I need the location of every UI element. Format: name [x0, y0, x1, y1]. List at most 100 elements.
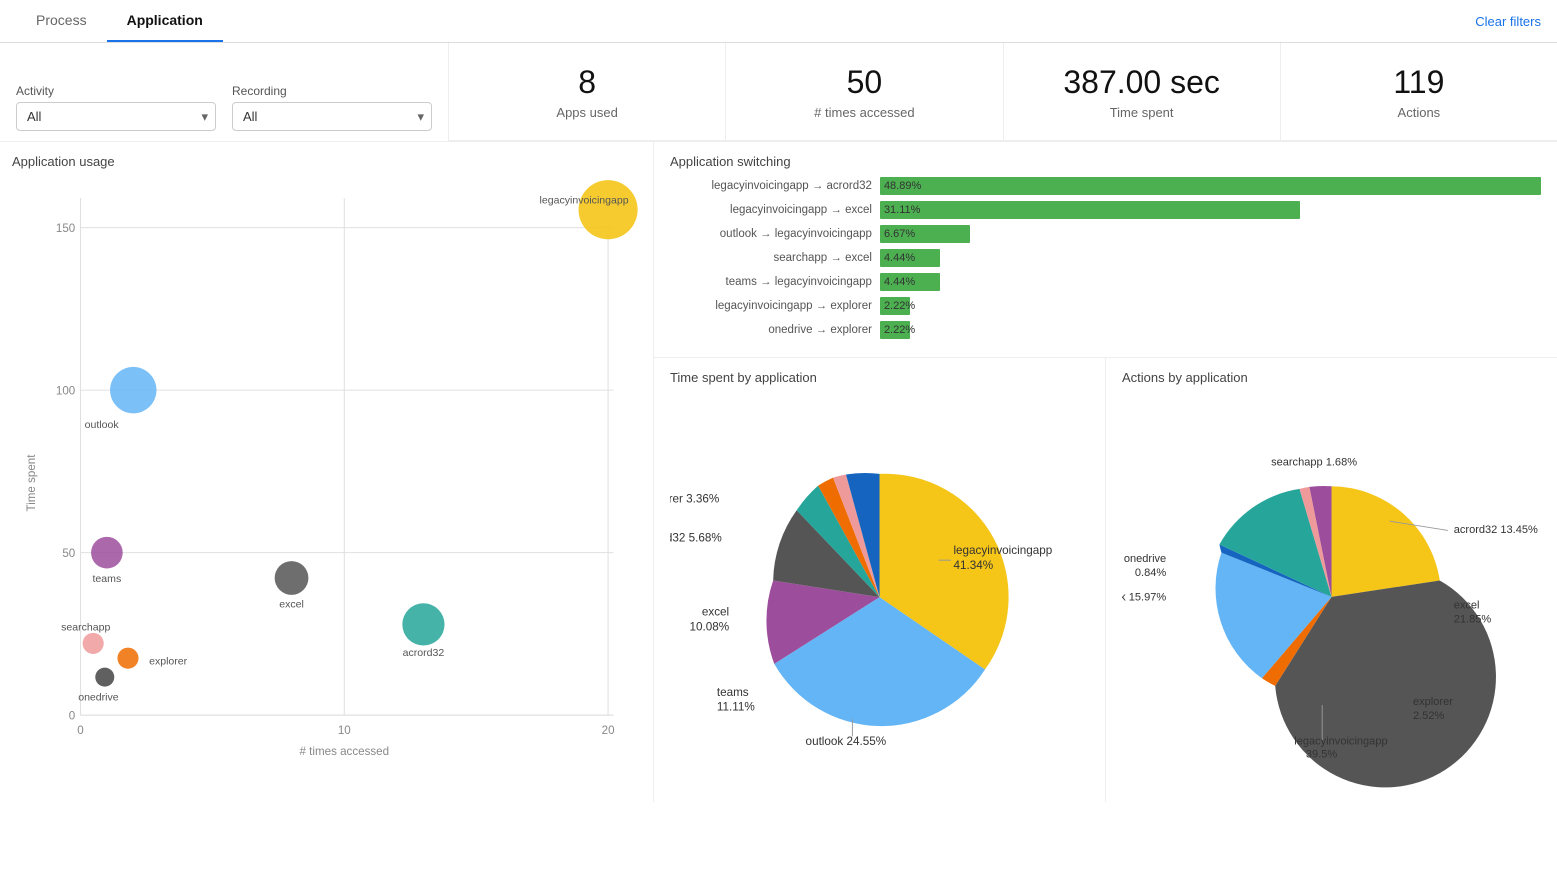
label-legacy-actions: legacyinvoicingapp	[1294, 736, 1387, 748]
filters-section: Activity All Recording All	[0, 43, 449, 141]
bar-fill-3: 4.44%	[880, 249, 940, 267]
main-content: Application usage Time spent	[0, 142, 1557, 802]
stat-timespent-value: 387.00 sec	[1020, 63, 1264, 101]
stat-times-label: # times accessed	[742, 105, 986, 120]
bar-container-4: 4.44%	[880, 273, 1541, 291]
stat-actions: 119 Actions	[1281, 43, 1557, 140]
bar-pct-0: 48.89%	[884, 180, 921, 192]
label-legacyinvoicingapp-pct-time: 41.34%	[953, 559, 993, 572]
bar-row-2: outlook → legacyinvoicingapp 6.67%	[670, 225, 1541, 243]
tabs-container: Process Application	[16, 0, 223, 42]
bubble-onedrive[interactable]	[95, 668, 114, 687]
actions-svg: acrord32 13.45% excel 21.85% legacyinvoi…	[1122, 393, 1541, 789]
recording-label: Recording	[232, 84, 432, 98]
bar-label-2: outlook → legacyinvoicingapp	[670, 228, 880, 240]
label-acrord32-time: acrord32 5.68%	[670, 532, 722, 545]
bar-pct-6: 2.22%	[884, 324, 915, 336]
bar-container-2: 6.67%	[880, 225, 1541, 243]
bar-row-5: legacyinvoicingapp → explorer 2.22%	[670, 297, 1541, 315]
switching-section: Application switching legacyinvoicingapp…	[654, 142, 1557, 358]
app-usage-title: Application usage	[12, 154, 645, 169]
svg-text:searchapp: searchapp	[61, 622, 110, 634]
label-onedrive-actions: onedrive	[1124, 553, 1166, 565]
bar-container-6: 2.22%	[880, 321, 1541, 339]
activity-select-wrapper[interactable]: All	[16, 102, 216, 131]
bar-row-0: legacyinvoicingapp → acrord32 48.89%	[670, 177, 1541, 195]
bubble-outlook[interactable]	[110, 367, 156, 413]
bar-container-5: 2.22%	[880, 297, 1541, 315]
svg-text:0: 0	[77, 725, 83, 738]
bar-pct-2: 6.67%	[884, 228, 915, 240]
activity-label: Activity	[16, 84, 216, 98]
stat-apps-used: 8 Apps used	[449, 43, 726, 140]
stat-times-accessed: 50 # times accessed	[726, 43, 1003, 140]
bar-label-4: teams → legacyinvoicingapp	[670, 276, 880, 288]
recording-filter-group: Recording All	[232, 84, 432, 131]
stat-times-value: 50	[742, 63, 986, 101]
svg-text:100: 100	[56, 385, 75, 398]
svg-text:excel: excel	[279, 599, 304, 611]
label-acrord32-actions: acrord32 13.45%	[1454, 524, 1538, 536]
right-panel: Application switching legacyinvoicingapp…	[654, 142, 1557, 802]
bubble-searchapp[interactable]	[83, 633, 104, 654]
svg-text:legacyinvoicingapp: legacyinvoicingapp	[540, 195, 629, 207]
activity-filter-group: Activity All	[16, 84, 216, 131]
bar-row-1: legacyinvoicingapp → excel 31.11%	[670, 201, 1541, 219]
tab-process[interactable]: Process	[16, 0, 107, 42]
svg-text:acrord32: acrord32	[403, 647, 445, 659]
svg-text:outlook: outlook	[85, 420, 120, 432]
app-usage-panel: Application usage Time spent	[0, 142, 654, 802]
label-explorer-time: explorer 3.36%	[670, 493, 719, 506]
bar-fill-4: 4.44%	[880, 273, 940, 291]
actions-title: Actions by application	[1122, 370, 1541, 385]
stat-timespent-label: Time spent	[1020, 105, 1264, 120]
label-legacyinvoicingapp-time: legacyinvoicingapp	[953, 544, 1052, 557]
bubble-legacyinvoicingapp[interactable]	[579, 181, 638, 240]
bubble-explorer[interactable]	[117, 648, 138, 669]
svg-text:# times accessed: # times accessed	[300, 746, 390, 759]
bottom-charts: Time spent by application	[654, 358, 1557, 802]
label-excel-pct-actions: 21.85%	[1454, 614, 1492, 626]
stat-actions-label: Actions	[1297, 105, 1541, 120]
svg-text:10: 10	[338, 725, 351, 738]
bar-row-6: onedrive → explorer 2.22%	[670, 321, 1541, 339]
bar-row-3: searchapp → excel 4.44%	[670, 249, 1541, 267]
bar-pct-3: 4.44%	[884, 252, 915, 264]
bar-container-3: 4.44%	[880, 249, 1541, 267]
svg-text:onedrive: onedrive	[78, 692, 119, 704]
label-onedrive-pct-actions: 0.84%	[1135, 567, 1167, 579]
svg-text:Time spent: Time spent	[25, 454, 38, 512]
recording-select[interactable]: All	[232, 102, 432, 131]
bar-pct-1: 31.11%	[884, 204, 921, 216]
label-excel-actions: excel	[1454, 600, 1480, 612]
bar-label-1: legacyinvoicingapp → excel	[670, 204, 880, 216]
stat-time-spent: 387.00 sec Time spent	[1004, 43, 1281, 140]
actions-chart: acrord32 13.45% excel 21.85% legacyinvoi…	[1122, 393, 1541, 789]
recording-select-wrapper[interactable]: All	[232, 102, 432, 131]
label-outlook-time: outlook 24.55%	[806, 735, 887, 748]
bubble-acrord32[interactable]	[402, 604, 444, 646]
stat-apps-label: Apps used	[465, 105, 709, 120]
stat-apps-value: 8	[465, 63, 709, 101]
time-spent-section: Time spent by application	[654, 358, 1106, 802]
bubble-excel[interactable]	[275, 561, 309, 595]
bar-fill-2: 6.67%	[880, 225, 970, 243]
scatter-svg: Time spent 0	[12, 177, 645, 789]
label-teams-pct-time: 11.11%	[717, 701, 755, 714]
bar-label-3: searchapp → excel	[670, 252, 880, 264]
time-spent-chart: legacyinvoicingapp 41.34% outlook 24.55%…	[670, 393, 1089, 789]
bar-fill-5: 2.22%	[880, 297, 910, 315]
svg-text:explorer: explorer	[149, 656, 188, 668]
bubble-teams[interactable]	[91, 537, 123, 569]
clear-filters-button[interactable]: Clear filters	[1475, 2, 1541, 41]
tab-application[interactable]: Application	[107, 0, 223, 42]
stats-row: 8 Apps used 50 # times accessed 387.00 s…	[449, 43, 1557, 141]
bar-row-4: teams → legacyinvoicingapp 4.44%	[670, 273, 1541, 291]
label-teams-time: teams	[717, 686, 749, 699]
scatter-chart-area: Time spent 0	[12, 177, 645, 789]
label-legacy-pct-actions: 39.5%	[1306, 749, 1338, 761]
stat-actions-value: 119	[1297, 63, 1541, 101]
activity-select[interactable]: All	[16, 102, 216, 131]
label-explorer-actions: explorer	[1413, 696, 1453, 708]
svg-text:50: 50	[62, 547, 75, 560]
